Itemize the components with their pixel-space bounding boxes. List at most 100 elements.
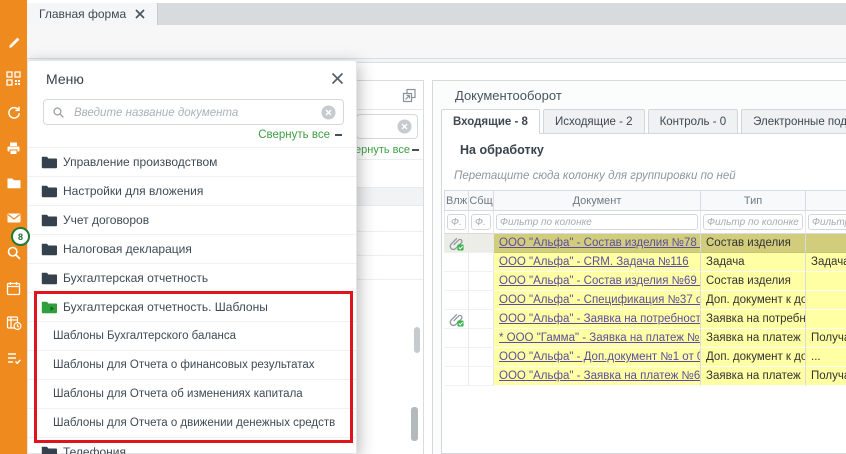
menu-item[interactable]: Налоговая декларация: [28, 235, 356, 264]
menu-list: Управление производством Настройки для в…: [28, 147, 356, 454]
folder-open-green-icon: [41, 301, 57, 314]
document-link[interactable]: ООО "Альфа" - Состав изделия №78 от...: [494, 237, 700, 249]
menu-item-label: Шаблоны для Отчета о финансовых результа…: [53, 359, 315, 371]
tab-signatures[interactable]: Электронные подписи: [741, 109, 846, 133]
attachment-cell: [444, 272, 469, 291]
type-cell: Доп. документ к договору: [701, 294, 805, 306]
type-cell: Заявка на потребность: [701, 313, 805, 325]
filter-input[interactable]: [808, 214, 846, 230]
search-icon: [52, 106, 65, 119]
message-cell: [469, 367, 494, 386]
table-row[interactable]: ООО "Альфа" - Спецификация №37 от ... До…: [444, 291, 846, 310]
folder-icon[interactable]: [0, 171, 27, 195]
menu-item[interactable]: Бухгалтерская отчетность: [28, 264, 356, 293]
column-header-extra[interactable]: [806, 190, 846, 211]
report-schedule-icon[interactable]: [0, 311, 27, 335]
message-cell: [469, 234, 494, 253]
extra-cell: ...: [806, 351, 826, 363]
scrollbar-thumb[interactable]: [411, 407, 418, 441]
qr-code-icon[interactable]: [0, 66, 27, 90]
menu-item-label: Настройки для вложения: [63, 184, 203, 198]
menu-item[interactable]: Телефония: [28, 438, 356, 454]
tab-close-icon[interactable]: [135, 9, 145, 19]
tab-outgoing[interactable]: Исходящие - 2: [543, 109, 645, 133]
document-link[interactable]: ООО "Альфа" - Состав изделия №69 от...: [494, 275, 700, 287]
type-cell: Состав изделия: [701, 237, 796, 249]
type-cell: Заявка на платеж: [701, 332, 805, 344]
table-row[interactable]: ООО "Альфа" - Состав изделия №78 от... С…: [444, 234, 846, 253]
menu-item-active[interactable]: Бухгалтерская отчетность. Шаблоны: [28, 293, 356, 322]
menu-item-label: Учет договоров: [63, 213, 149, 227]
menu-item-label: Бухгалтерская отчетность. Шаблоны: [63, 300, 268, 314]
extra-cell: Получат...: [806, 370, 846, 382]
minus-icon[interactable]: [335, 134, 342, 136]
document-link[interactable]: ООО "Альфа" - Заявка на потребность ...: [494, 313, 700, 325]
table-row[interactable]: * ООО "Гамма" - Заявка на платеж №6... З…: [444, 329, 846, 348]
type-cell: Доп. документ к договору: [701, 351, 805, 363]
menu-item-label: Шаблоны для Отчета о движении денежных с…: [53, 417, 335, 429]
menu-item[interactable]: Управление производством: [28, 148, 356, 177]
clear-search-icon[interactable]: [397, 119, 412, 134]
clear-search-icon[interactable]: [321, 105, 336, 120]
table-row[interactable]: ООО "Альфа" - Доп.документ №1 от 06... Д…: [444, 348, 846, 367]
filter-input[interactable]: [447, 214, 466, 230]
navigator-search-input[interactable]: [356, 114, 418, 139]
menu-item[interactable]: Учет договоров: [28, 206, 356, 235]
scrollbar-thumb[interactable]: [414, 327, 420, 353]
open-in-window-icon[interactable]: [402, 88, 417, 103]
calendar-icon[interactable]: [0, 276, 27, 300]
menu-subitem[interactable]: Шаблоны Бухгалтерского баланса: [28, 322, 356, 351]
docflow-content: На обработку Перетащите сюда колонку для…: [441, 133, 846, 454]
message-cell: [469, 348, 494, 367]
folder-icon: [41, 214, 57, 227]
tab-control[interactable]: Контроль - 0: [648, 109, 739, 133]
filter-input[interactable]: [471, 214, 491, 230]
attachment-cell: [444, 367, 469, 386]
list-divider: [353, 255, 423, 256]
collapse-all-link[interactable]: Свернуть все: [258, 129, 330, 141]
document-link[interactable]: ООО "Альфа" - Доп.документ №1 от 06...: [494, 351, 700, 363]
document-link[interactable]: ООО "Альфа" - Спецификация №37 от ...: [494, 294, 700, 306]
checklist-icon[interactable]: [0, 346, 27, 370]
filter-input[interactable]: [703, 214, 803, 230]
table-header-row: Влж Сбщ Документ Тип: [444, 190, 846, 211]
table-row[interactable]: ООО "Альфа" - Состав изделия №69 от... С…: [444, 272, 846, 291]
attachment-cell: [444, 348, 469, 367]
table-row[interactable]: ООО "Альфа" - Заявка на платеж №64 ... З…: [444, 367, 846, 386]
close-icon[interactable]: [331, 72, 344, 85]
list-divider: [353, 159, 423, 160]
menu-subitem[interactable]: Шаблоны для Отчета о движении денежных с…: [28, 409, 356, 438]
list-row-highlight: [353, 187, 423, 206]
column-header-message[interactable]: Сбщ: [469, 190, 494, 211]
edit-icon[interactable]: [0, 31, 27, 55]
filter-input[interactable]: [496, 214, 698, 230]
column-header-type[interactable]: Тип: [701, 190, 806, 211]
menu-subitem[interactable]: Шаблоны для Отчета о финансовых результа…: [28, 351, 356, 380]
document-link[interactable]: ООО "Альфа" - CRM. Задача №116: [494, 256, 700, 268]
menu-overlay: Меню Свернуть все Управление производств…: [27, 60, 357, 454]
attachment-cell: [444, 253, 469, 272]
document-link[interactable]: ООО "Альфа" - Заявка на платеж №64 ...: [494, 370, 700, 382]
documents-table: Влж Сбщ Документ Тип: [444, 190, 846, 386]
tab-main-form[interactable]: Главная форма: [27, 3, 158, 25]
group-by-hint[interactable]: Перетащите сюда колонку для группировки …: [454, 170, 736, 182]
attachment-cell: [444, 234, 469, 253]
message-cell: [469, 310, 494, 329]
menu-item[interactable]: Настройки для вложения: [28, 177, 356, 206]
menu-item-label: Управление производством: [63, 155, 217, 169]
menu-subitem[interactable]: Шаблоны для Отчета об изменениях капитал…: [28, 380, 356, 409]
column-header-document[interactable]: Документ: [494, 190, 701, 211]
document-link[interactable]: * ООО "Гамма" - Заявка на платеж №6...: [494, 332, 700, 344]
menu-item-label: Бухгалтерская отчетность: [63, 271, 208, 285]
menu-search-input[interactable]: [72, 101, 326, 125]
tab-incoming[interactable]: Входящие - 8: [441, 109, 540, 134]
unread-badge: 8: [11, 227, 30, 246]
refresh-icon[interactable]: [0, 101, 27, 125]
minus-icon[interactable]: [412, 149, 419, 151]
folder-icon: [41, 243, 57, 256]
table-row[interactable]: ООО "Альфа" - Заявка на потребность ... …: [444, 310, 846, 329]
column-header-attachment[interactable]: Влж: [444, 190, 469, 211]
attachment-cell: [444, 310, 469, 329]
table-row[interactable]: ООО "Альфа" - CRM. Задача №116 Задача За…: [444, 253, 846, 272]
print-icon[interactable]: [0, 136, 27, 160]
